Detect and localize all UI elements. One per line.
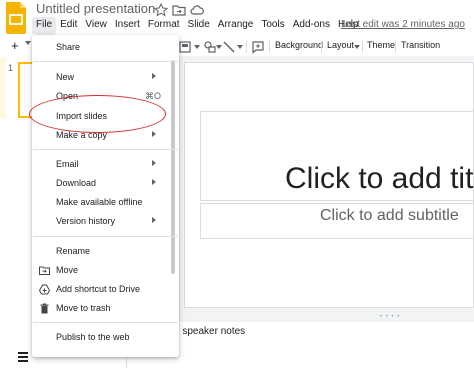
speaker-notes[interactable]: d speaker notes	[174, 326, 245, 337]
menu-divider	[33, 149, 178, 150]
menu-item-add-shortcut[interactable]: Add shortcut to Drive	[56, 284, 140, 294]
select-caret-icon[interactable]	[194, 45, 200, 49]
menu-edit[interactable]: Edit	[56, 17, 81, 35]
menu-slide[interactable]: Slide	[184, 17, 214, 35]
menu-bar: File Edit View Insert Format Slide Arran…	[32, 17, 363, 35]
slides-logo-icon[interactable]	[4, 2, 28, 34]
menu-arrange[interactable]: Arrange	[214, 17, 258, 35]
slide-number: 1	[8, 63, 14, 73]
menu-item-move-to-trash[interactable]: Move to trash	[56, 303, 111, 313]
move-folder-icon	[39, 266, 50, 275]
open-shortcut: ⌘O	[145, 91, 162, 101]
menu-item-rename[interactable]: Rename	[56, 246, 90, 256]
menu-divider	[33, 61, 178, 62]
toolbar-divider	[321, 41, 322, 53]
new-slide-caret-icon[interactable]	[25, 41, 31, 45]
menu-insert[interactable]: Insert	[111, 17, 144, 35]
menu-item-email[interactable]: Email	[56, 159, 79, 169]
document-title[interactable]: Untitled presentation	[36, 1, 155, 16]
new-slide-button[interactable]: +	[11, 38, 19, 53]
star-icon[interactable]	[154, 3, 168, 17]
layout-caret-icon[interactable]	[354, 45, 360, 49]
submenu-arrow-icon	[152, 217, 156, 223]
menu-item-version-history[interactable]: Version history	[56, 216, 115, 226]
grid-view-icon[interactable]	[18, 352, 28, 362]
toolbar-divider	[269, 41, 270, 53]
trash-icon	[40, 303, 49, 314]
shape-icon[interactable]	[203, 40, 217, 54]
line-caret-icon[interactable]	[237, 45, 243, 49]
toolbar-divider	[362, 41, 363, 53]
cloud-status-icon[interactable]	[190, 3, 204, 17]
toolbar-divider	[246, 41, 247, 53]
menu-add-ons[interactable]: Add-ons	[289, 17, 334, 35]
menu-item-import-slides[interactable]: Import slides	[56, 111, 107, 121]
menu-divider	[33, 322, 178, 323]
subtitle-placeholder[interactable]: Click to add subtitle	[320, 207, 459, 225]
submenu-arrow-icon	[152, 73, 156, 79]
title-placeholder[interactable]: Click to add titl	[285, 162, 474, 196]
menu-item-make-offline[interactable]: Make available offline	[56, 197, 142, 207]
background-button[interactable]: Background	[275, 40, 323, 50]
add-shortcut-drive-icon	[39, 284, 50, 295]
menu-item-publish[interactable]: Publish to the web	[56, 332, 130, 342]
line-icon[interactable]	[222, 40, 236, 54]
transition-button[interactable]: Transition	[401, 40, 440, 50]
move-folder-icon[interactable]	[172, 3, 186, 17]
comment-icon[interactable]	[251, 40, 265, 54]
menu-item-open[interactable]: Open	[56, 91, 78, 101]
last-edit-link[interactable]: Last edit was 2 minutes ago	[341, 19, 465, 30]
filmstrip-selection	[0, 58, 6, 118]
menu-item-share[interactable]: Share	[56, 42, 80, 52]
theme-button[interactable]: Theme	[367, 40, 395, 50]
submenu-arrow-icon	[152, 131, 156, 137]
notes-resize-handle[interactable]: • • • •	[380, 314, 400, 320]
menu-scrollbar[interactable]	[171, 60, 175, 274]
menu-divider	[33, 236, 178, 237]
submenu-arrow-icon	[152, 179, 156, 185]
toolbar-divider	[395, 41, 396, 53]
menu-view[interactable]: View	[81, 17, 111, 35]
menu-tools[interactable]: Tools	[257, 17, 288, 35]
select-layout-icon[interactable]	[178, 40, 192, 54]
menu-item-new[interactable]: New	[56, 72, 74, 82]
menu-item-make-copy[interactable]: Make a copy	[56, 130, 107, 140]
menu-item-move[interactable]: Move	[56, 265, 78, 275]
menu-item-download[interactable]: Download	[56, 178, 96, 188]
menu-format[interactable]: Format	[144, 17, 184, 35]
menu-file[interactable]: File	[32, 17, 57, 35]
layout-button[interactable]: Layout	[327, 40, 354, 50]
submenu-arrow-icon	[152, 160, 156, 166]
